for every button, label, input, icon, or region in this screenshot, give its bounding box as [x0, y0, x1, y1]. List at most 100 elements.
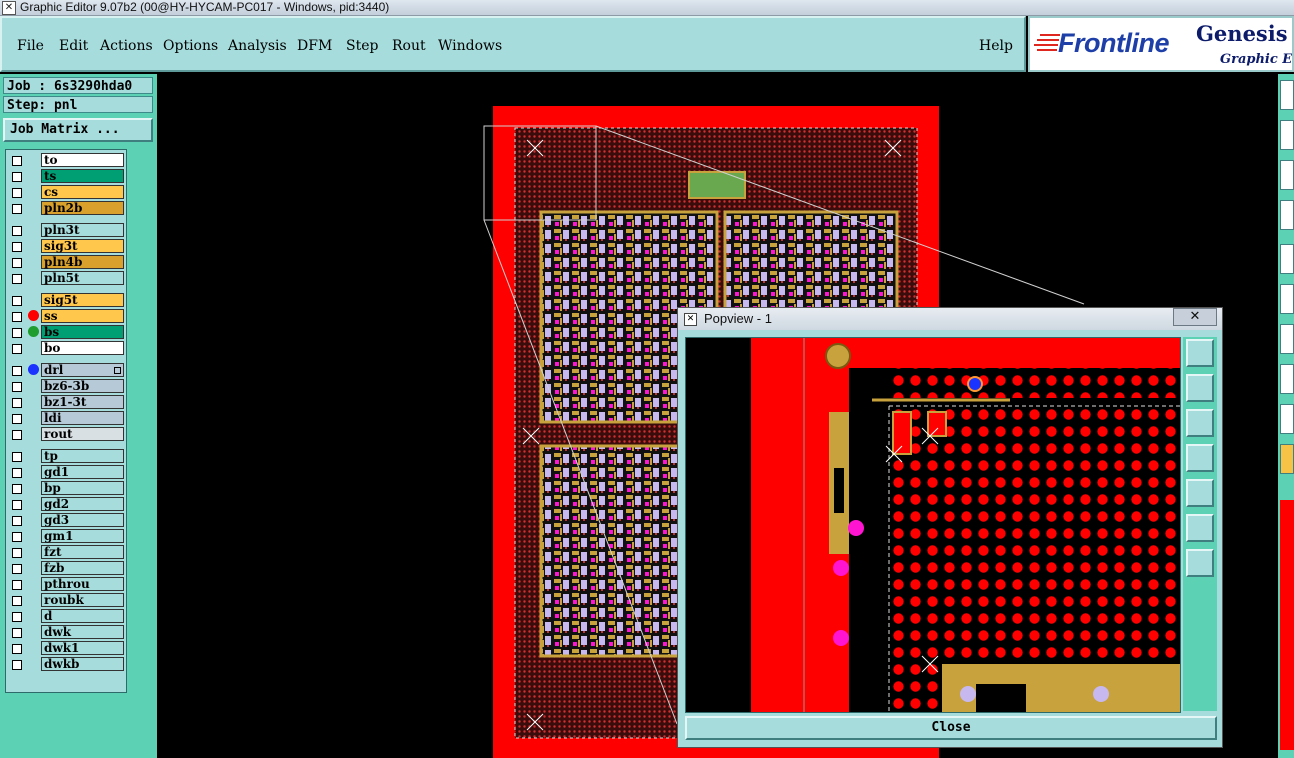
layer-row-ts[interactable]: ts: [8, 169, 126, 184]
layer-name-label[interactable]: gd3: [41, 513, 124, 527]
layer-name-label[interactable]: to: [41, 153, 124, 167]
layer-name-label[interactable]: pln5t: [41, 271, 124, 285]
layer-name-label[interactable]: roubk: [41, 593, 124, 607]
layer-name-label[interactable]: fzb: [41, 561, 124, 575]
layer-row-bp[interactable]: bp: [8, 481, 126, 496]
layer-row-sig5t[interactable]: sig5t: [8, 293, 126, 308]
layer-checkbox[interactable]: [12, 274, 22, 284]
toolbar-button-9[interactable]: [1280, 404, 1294, 434]
layer-checkbox[interactable]: [12, 596, 22, 606]
layer-affected-indicator[interactable]: [28, 364, 39, 375]
layer-row-bs[interactable]: bs: [8, 325, 126, 340]
layer-name-label[interactable]: rout: [41, 427, 124, 441]
layer-name-label[interactable]: ss: [41, 309, 124, 323]
popview-pan-right-button[interactable]: [1186, 479, 1214, 507]
layer-checkbox[interactable]: [12, 468, 22, 478]
layer-checkbox[interactable]: [12, 500, 22, 510]
layer-row-dwk1[interactable]: dwk1: [8, 641, 126, 656]
layer-row-fzt[interactable]: fzt: [8, 545, 126, 560]
toolbar-button-1[interactable]: [1280, 80, 1294, 110]
toolbar-button-8[interactable]: [1280, 364, 1294, 394]
layer-row-cs[interactable]: cs: [8, 185, 126, 200]
layer-row-dwkb[interactable]: dwkb: [8, 657, 126, 672]
menu-dfm[interactable]: DFM: [297, 37, 332, 55]
layer-row-pln2b[interactable]: pln2b: [8, 201, 126, 216]
toolbar-button-7[interactable]: [1280, 324, 1294, 354]
layer-row-gd3[interactable]: gd3: [8, 513, 126, 528]
layer-checkbox[interactable]: [12, 226, 22, 236]
menu-file[interactable]: File: [17, 37, 44, 55]
popview-zoom-out-button[interactable]: [1186, 549, 1214, 577]
layer-name-label[interactable]: tp: [41, 449, 124, 463]
layer-affected-indicator[interactable]: [28, 326, 39, 337]
layer-row-d[interactable]: d: [8, 609, 126, 624]
layer-name-label[interactable]: pthrou: [41, 577, 124, 591]
popview-close-x-button[interactable]: ✕: [1173, 308, 1217, 326]
layer-checkbox[interactable]: [12, 660, 22, 670]
layer-checkbox[interactable]: [12, 156, 22, 166]
layer-checkbox[interactable]: [12, 312, 22, 322]
menu-windows[interactable]: Windows: [438, 37, 502, 55]
toolbar-button-5[interactable]: [1280, 244, 1294, 274]
layer-name-label[interactable]: gd1: [41, 465, 124, 479]
layer-name-label[interactable]: sig5t: [41, 293, 124, 307]
layer-checkbox[interactable]: [12, 644, 22, 654]
layer-checkbox[interactable]: [12, 366, 22, 376]
layer-name-label[interactable]: bz1-3t: [41, 395, 124, 409]
popview-zoom-view[interactable]: [685, 337, 1181, 713]
menu-actions[interactable]: Actions: [100, 37, 153, 55]
layer-row-sig3t[interactable]: sig3t: [8, 239, 126, 254]
popview-pan-down-button[interactable]: [1186, 409, 1214, 437]
menu-step[interactable]: Step: [346, 37, 378, 55]
layer-row-ss[interactable]: ss: [8, 309, 126, 324]
layer-row-roubk[interactable]: roubk: [8, 593, 126, 608]
layer-checkbox[interactable]: [12, 382, 22, 392]
layer-row-rout[interactable]: rout: [8, 427, 126, 442]
layer-checkbox[interactable]: [12, 188, 22, 198]
layer-checkbox[interactable]: [12, 532, 22, 542]
layer-row-bz6-3b[interactable]: bz6-3b: [8, 379, 126, 394]
layer-checkbox[interactable]: [12, 414, 22, 424]
layer-name-label[interactable]: bs: [41, 325, 124, 339]
menu-edit[interactable]: Edit: [59, 37, 88, 55]
layer-name-label[interactable]: drl: [41, 363, 124, 377]
popview-titlebar[interactable]: ✕ Popview - 1 ✕: [678, 308, 1222, 330]
layer-row-dwk[interactable]: dwk: [8, 625, 126, 640]
layer-name-label[interactable]: ts: [41, 169, 124, 183]
layer-affected-indicator[interactable]: [28, 310, 39, 321]
layer-row-pln3t[interactable]: pln3t: [8, 223, 126, 238]
layer-checkbox[interactable]: [12, 612, 22, 622]
layer-checkbox[interactable]: [12, 204, 22, 214]
menu-options[interactable]: Options: [163, 37, 218, 55]
layer-row-to[interactable]: to: [8, 153, 126, 168]
layer-row-pln5t[interactable]: pln5t: [8, 271, 126, 286]
layer-checkbox[interactable]: [12, 564, 22, 574]
layer-name-label[interactable]: gd2: [41, 497, 124, 511]
layer-row-pln4b[interactable]: pln4b: [8, 255, 126, 270]
layer-checkbox[interactable]: [12, 296, 22, 306]
layer-checkbox[interactable]: [12, 398, 22, 408]
toolbar-button-10[interactable]: [1280, 444, 1294, 474]
layer-name-label[interactable]: d: [41, 609, 124, 623]
layer-checkbox[interactable]: [12, 548, 22, 558]
menu-analysis[interactable]: Analysis: [228, 37, 287, 55]
layer-row-gd1[interactable]: gd1: [8, 465, 126, 480]
popview-pan-up-button[interactable]: [1186, 374, 1214, 402]
toolbar-button-6[interactable]: [1280, 284, 1294, 314]
layer-name-label[interactable]: pln4b: [41, 255, 124, 269]
layer-row-drl[interactable]: drl: [8, 363, 126, 378]
layer-checkbox[interactable]: [12, 430, 22, 440]
popview-zoom-fit-button[interactable]: [1186, 339, 1214, 367]
layer-row-gm1[interactable]: gm1: [8, 529, 126, 544]
layer-checkbox[interactable]: [12, 452, 22, 462]
layer-checkbox[interactable]: [12, 242, 22, 252]
layer-checkbox[interactable]: [12, 328, 22, 338]
popview-pan-left-button[interactable]: [1186, 444, 1214, 472]
layer-name-label[interactable]: pln3t: [41, 223, 124, 237]
layer-name-label[interactable]: pln2b: [41, 201, 124, 215]
toolbar-button-2[interactable]: [1280, 120, 1294, 150]
toolbar-button-4[interactable]: [1280, 200, 1294, 230]
layer-row-bz1-3t[interactable]: bz1-3t: [8, 395, 126, 410]
layer-checkbox[interactable]: [12, 258, 22, 268]
menu-help[interactable]: Help: [979, 37, 1013, 55]
